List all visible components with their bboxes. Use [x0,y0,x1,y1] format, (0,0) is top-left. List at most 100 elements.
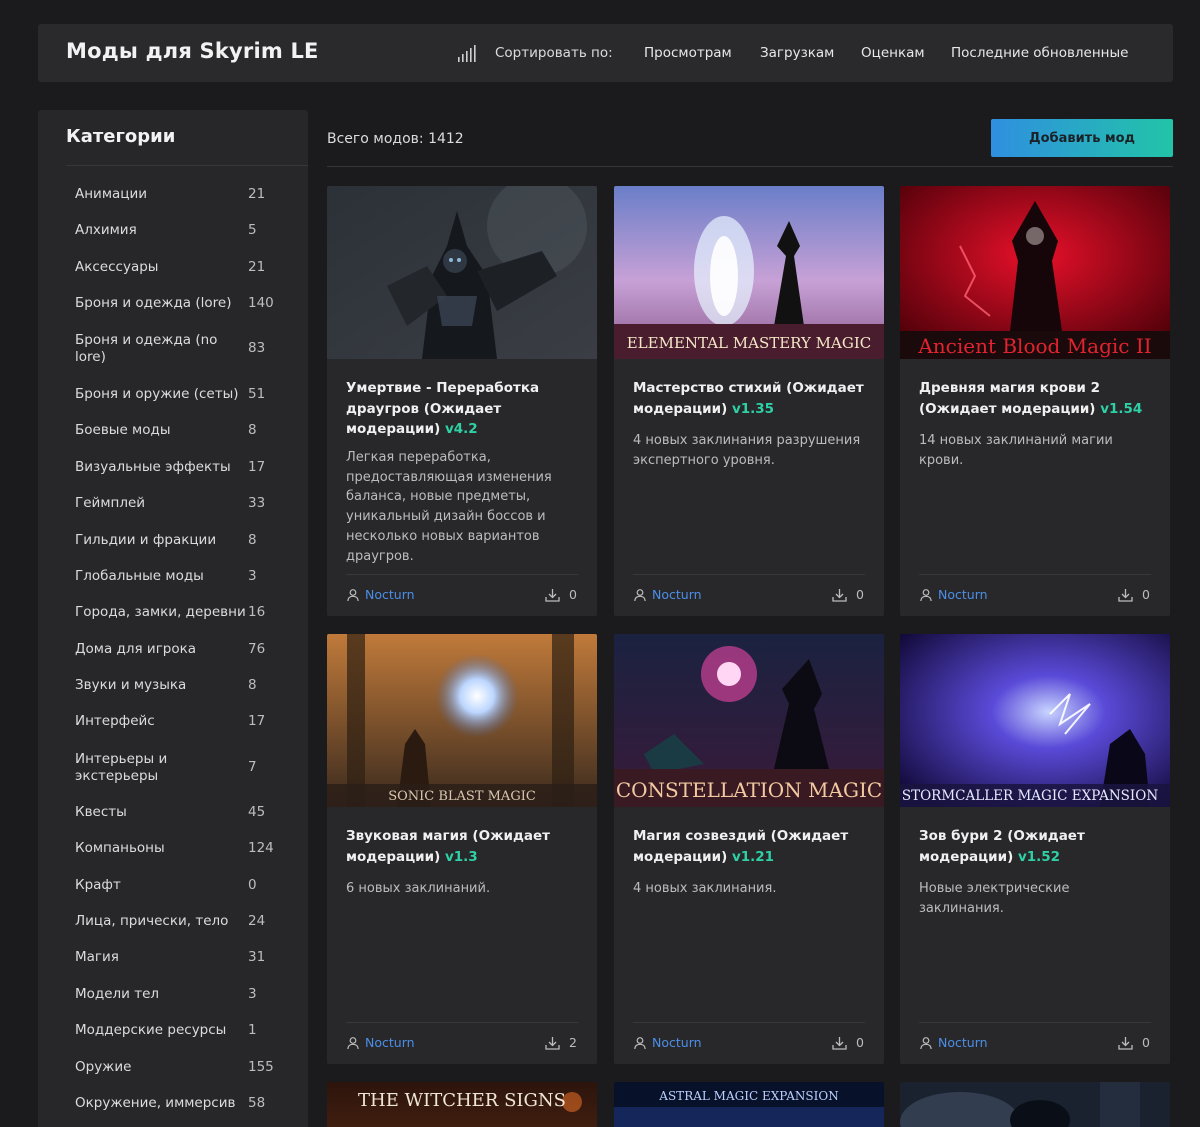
download-icon [545,588,560,602]
mod-card[interactable]: ELEMENTAL MASTERY MAGIC Мастерство стихи… [614,186,884,616]
mod-author[interactable]: Nocturn [346,1035,415,1050]
category-count: 5 [248,222,257,238]
mod-description: Новые электрические заклинания. [919,881,1070,916]
mod-description: 14 новых заклинаний магии крови. [919,433,1113,468]
download-icon [832,1036,847,1050]
download-count-value: 2 [569,1035,577,1050]
total-mods-count: Всего модов: 1412 [327,131,464,147]
divider [919,574,1151,575]
author-name[interactable]: Nocturn [938,587,988,602]
download-count: 0 [832,1035,864,1050]
mod-thumbnail[interactable] [327,186,597,359]
sort-option-views[interactable]: Просмотрам [644,45,732,61]
sort-option-downloads[interactable]: Загрузкам [760,45,834,61]
download-count-value: 0 [569,587,577,602]
divider [346,1022,578,1023]
mod-card[interactable]: Умертвие - Переработка драугров (Ожидает… [327,186,597,616]
user-icon [347,588,359,601]
bar-chart-icon [458,45,476,62]
mod-version: v1.21 [731,848,775,865]
category-count: 0 [248,877,257,893]
mod-thumbnail[interactable]: ELEMENTAL MASTERY MAGIC [614,186,884,359]
download-count: 2 [545,1035,577,1050]
mod-thumbnail[interactable]: Ancient Blood Magic II [900,186,1170,359]
add-mod-button[interactable]: Добавить мод [991,119,1173,157]
mod-author[interactable]: Nocturn [633,587,702,602]
category-count: 8 [248,422,257,438]
user-icon [634,588,646,601]
mod-version: v1.3 [444,848,478,865]
mod-author[interactable]: Nocturn [919,1035,988,1050]
banner-text: STORMCALLER MAGIC EXPANSION [902,788,1158,804]
mod-description: 4 новых заклинания разрушения экспертног… [633,433,861,468]
category-count: 124 [248,840,274,856]
download-count: 0 [545,587,577,602]
category-count: 21 [248,186,266,202]
mod-title[interactable]: Древняя магия крови 2 (Ожидает модерации… [919,378,1154,419]
category-item[interactable]: Броня и одежда (no lore) [75,332,225,367]
mod-title[interactable]: Магия созвездий (Ожидает модерации) v1.2… [633,826,868,867]
divider [633,574,865,575]
mod-thumbnail [900,1082,1170,1127]
mod-version: v1.54 [1100,400,1143,417]
category-count: 3 [248,986,257,1002]
categories-sidebar: Категории Анимации 21 Алхимия 5 Аксессуары 21… [38,110,308,1127]
mod-author[interactable]: Nocturn [919,587,988,602]
mod-title-text[interactable]: Древняя магия крови 2 (Ожидает модерации… [919,380,1100,417]
category-count: 45 [248,804,266,820]
author-name[interactable]: Nocturn [365,587,415,602]
mod-title-text[interactable]: Умертвие - Переработка драугров (Ожидает… [346,380,539,437]
mod-author[interactable]: Nocturn [633,1035,702,1050]
mod-thumbnail[interactable]: SONIC BLAST MAGIC [327,634,597,807]
category-count: 24 [248,913,266,929]
mod-title[interactable]: Звуковая магия (Ожидает модерации) v1.3 [346,826,581,867]
category-count: 155 [248,1059,274,1075]
mod-thumbnail[interactable]: CONSTELLATION MAGIC [614,634,884,807]
author-name[interactable]: Nocturn [652,1035,702,1050]
category-count: 83 [248,340,266,356]
category-count: 17 [248,459,266,475]
download-count: 0 [1118,1035,1150,1050]
mod-card-partial[interactable] [900,1082,1170,1127]
user-icon [920,588,932,601]
top-bar: Моды для Skyrim LE Сортировать по: Просм… [38,24,1173,82]
category-item[interactable]: Интерьеры и экстерьеры [75,751,225,786]
mod-title[interactable]: Мастерство стихий (Ожидает модерации) v1… [633,378,868,419]
mod-card-partial[interactable]: THE WITCHER SIGNS [327,1082,597,1127]
author-name[interactable]: Nocturn [365,1035,415,1050]
category-count: 7 [248,759,257,775]
sort-option-ratings[interactable]: Оценкам [861,45,925,61]
divider [633,1022,865,1023]
category-count: 1 [248,1022,257,1038]
category-count: 33 [248,495,266,511]
author-name[interactable]: Nocturn [938,1035,988,1050]
category-count: 3 [248,568,257,584]
mod-version: v1.35 [731,400,775,417]
mod-card[interactable]: STORMCALLER MAGIC EXPANSION Зов бури 2 (… [900,634,1170,1064]
mod-card[interactable]: Ancient Blood Magic II Древняя магия кро… [900,186,1170,616]
banner-text: ELEMENTAL MASTERY MAGIC [627,334,872,352]
sort-label: Сортировать по: [495,45,613,61]
mod-version: v4.2 [444,421,478,437]
mod-thumbnail[interactable]: STORMCALLER MAGIC EXPANSION [900,634,1170,807]
author-name[interactable]: Nocturn [652,587,702,602]
user-icon [634,1036,646,1049]
user-icon [347,1036,359,1049]
mod-thumbnail: ASTRAL MAGIC EXPANSION [614,1082,884,1127]
mod-card-partial[interactable]: ASTRAL MAGIC EXPANSION [614,1082,884,1127]
banner-text: Ancient Blood Magic II [917,334,1151,358]
category-count: 58 [248,1095,266,1111]
mod-title[interactable]: Умертвие - Переработка драугров (Ожидает… [346,378,581,440]
sort-option-latest-updated[interactable]: Последние обновленные [951,45,1128,61]
divider [66,165,308,166]
mod-description: Легкая переработка, предоставляющая изме… [346,450,552,564]
mod-author[interactable]: Nocturn [346,587,415,602]
mod-thumbnail: THE WITCHER SIGNS [327,1082,597,1127]
download-icon [545,1036,560,1050]
mod-card[interactable]: CONSTELLATION MAGIC Магия созвездий (Ожи… [614,634,884,1064]
mod-title[interactable]: Зов бури 2 (Ожидает модерации) v1.52 [919,826,1154,867]
mod-card[interactable]: SONIC BLAST MAGIC Звуковая магия (Ожидае… [327,634,597,1064]
banner-text: ASTRAL MAGIC EXPANSION [658,1089,838,1103]
category-count: 76 [248,641,266,657]
divider [346,574,578,575]
